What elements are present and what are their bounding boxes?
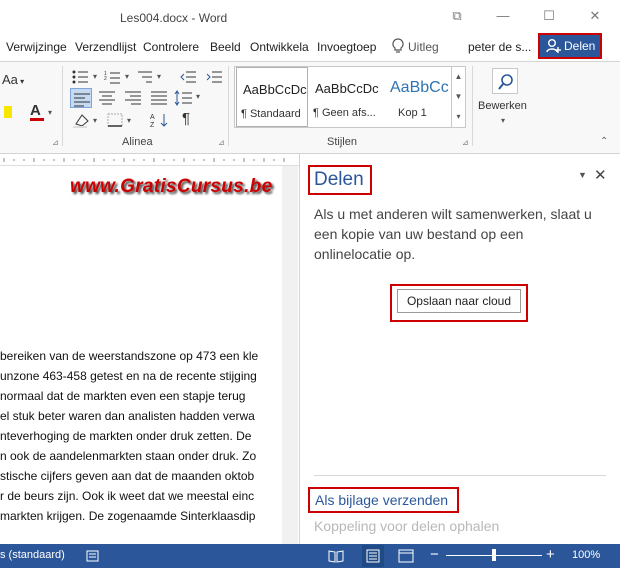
document-line: stische cijfers geven aan dat de maanden… xyxy=(0,469,255,483)
send-as-attachment-link[interactable]: Als bijlage verzenden xyxy=(308,487,459,513)
sort-icon[interactable]: AZ xyxy=(150,112,170,131)
divider xyxy=(62,66,63,146)
web-layout-icon[interactable] xyxy=(398,549,414,566)
get-sharing-link-disabled: Koppeling voor delen ophalen xyxy=(314,518,500,534)
zoom-in-button[interactable]: + xyxy=(546,546,555,563)
close-icon[interactable]: ✕ xyxy=(580,6,610,26)
gallery-more-icon[interactable]: ▾ xyxy=(451,107,465,127)
dialog-launcher-icon[interactable]: ⊿ xyxy=(52,138,59,147)
justify-icon[interactable] xyxy=(150,90,168,109)
style-kop-1[interactable]: AaBbCc Kop 1 xyxy=(384,67,454,127)
svg-text:Z: Z xyxy=(150,122,155,128)
style-standaard[interactable]: AaBbCcDc ¶ Standaard xyxy=(236,67,308,127)
bullets-icon[interactable] xyxy=(72,70,90,87)
tab-controleren[interactable]: Controlere xyxy=(143,40,199,54)
tab-invoegtoepassingen[interactable]: Invoegtoep xyxy=(317,40,376,54)
gallery-up-icon[interactable]: ▲ xyxy=(451,67,465,87)
align-center-icon[interactable] xyxy=(98,90,116,109)
svg-text:A: A xyxy=(150,114,155,121)
align-right-icon[interactable] xyxy=(124,90,142,109)
group-label-stijlen: Stijlen xyxy=(327,136,357,148)
ribbon-tabs: Verwijzinge Verzendlijst Controlere Beel… xyxy=(0,34,620,62)
chevron-down-icon[interactable]: ▾ xyxy=(196,92,200,101)
document-line: el stuk beter waren dan analisten hadden… xyxy=(0,409,255,423)
collapse-ribbon-icon[interactable]: ⌃ xyxy=(600,136,608,147)
minimize-icon[interactable]: — xyxy=(488,6,518,26)
align-left-button[interactable] xyxy=(70,88,92,108)
font-color-bar xyxy=(30,118,44,121)
document-line: nteverhoging de markten onder druk zette… xyxy=(0,429,252,443)
zoom-out-button[interactable]: − xyxy=(430,546,439,563)
tab-ontwikkelaars[interactable]: Ontwikkela xyxy=(250,40,309,54)
chevron-down-icon[interactable]: ▾ xyxy=(127,116,131,125)
gallery-down-icon[interactable]: ▼ xyxy=(451,87,465,107)
tab-beeld[interactable]: Beeld xyxy=(210,40,241,54)
change-case-button[interactable]: Aa ▾ xyxy=(2,72,24,87)
document-line: normaal dat de markten even een stapje t… xyxy=(0,389,246,403)
numbering-icon[interactable]: 12 xyxy=(104,70,122,87)
font-color-icon[interactable]: A xyxy=(30,102,41,119)
zoom-slider-thumb[interactable] xyxy=(492,549,496,561)
document-line: n ook de aandelenmarkten staan onder dru… xyxy=(0,449,257,463)
highlight-color-icon[interactable] xyxy=(4,106,12,118)
dialog-launcher-icon[interactable]: ⊿ xyxy=(462,138,469,147)
read-mode-icon[interactable] xyxy=(328,549,344,566)
person-add-icon xyxy=(546,38,562,61)
ribbon: Aa ▾ A ▾ ▾ 12 ▾ ▾ ▾ ▾ ▾ A Z ¶ Alinea ⊿ ⊿… xyxy=(0,62,620,154)
tab-verwijzingen[interactable]: Verwijzinge xyxy=(6,40,67,54)
pane-options-icon[interactable]: ▼ xyxy=(578,170,587,180)
print-layout-icon[interactable] xyxy=(362,545,384,567)
divider xyxy=(472,66,473,146)
divider xyxy=(314,475,606,476)
divider xyxy=(228,66,229,146)
lightbulb-icon xyxy=(392,38,404,57)
borders-icon[interactable] xyxy=(106,112,124,131)
account-name[interactable]: peter de s... xyxy=(468,40,531,54)
bewerken-label[interactable]: Bewerken xyxy=(478,100,527,112)
decrease-indent-icon[interactable] xyxy=(180,70,198,87)
watermark-logo: www.GratisCursus.be xyxy=(70,176,273,197)
share-pane-title: Delen xyxy=(308,165,372,195)
ribbon-display-options-icon[interactable]: ⧉ xyxy=(442,6,472,26)
chevron-down-icon[interactable]: ▾ xyxy=(93,72,97,81)
document-scrollbar[interactable] xyxy=(282,166,298,544)
tell-me-input[interactable]: Uitleg xyxy=(408,40,439,54)
zoom-level[interactable]: 100% xyxy=(572,549,600,561)
chevron-down-icon[interactable]: ▾ xyxy=(93,116,97,125)
status-bar: s (standaard) − + 100% xyxy=(0,544,620,568)
shading-icon[interactable] xyxy=(72,112,90,131)
document-line: bereiken van de weerstandszone op 473 ee… xyxy=(0,349,259,363)
svg-text:2: 2 xyxy=(104,76,107,82)
multilevel-list-icon[interactable] xyxy=(136,70,154,87)
share-pane-description: Als u met anderen wilt samenwerken, slaa… xyxy=(314,206,592,262)
chevron-down-icon[interactable]: ▾ xyxy=(501,116,505,125)
share-button[interactable]: Delen xyxy=(538,33,602,59)
maximize-icon[interactable]: ☐ xyxy=(534,6,564,26)
search-icon[interactable] xyxy=(492,68,518,94)
document-title: Les004.docx - Word xyxy=(120,11,228,25)
group-label-alinea: Alinea xyxy=(122,136,153,148)
language-indicator[interactable]: s (standaard) xyxy=(0,549,65,561)
save-to-cloud-button[interactable]: Opslaan naar cloud xyxy=(397,289,521,313)
document-page[interactable]: bereiken van de weerstandszone op 473 ee… xyxy=(0,166,282,544)
title-bar: Les004.docx - Word ⧉ — ☐ ✕ xyxy=(0,0,620,34)
macro-record-icon[interactable] xyxy=(86,549,100,566)
document-line: unzone 463-458 getest en na de recente s… xyxy=(0,369,257,383)
style-geen-afstand[interactable]: AaBbCcDc ¶ Geen afs... xyxy=(309,67,383,127)
tab-verzendlijsten[interactable]: Verzendlijst xyxy=(75,40,136,54)
document-line: markten krijgen. De zogenaamde Sinterkla… xyxy=(0,509,256,523)
chevron-down-icon[interactable]: ▾ xyxy=(157,72,161,81)
close-pane-icon[interactable]: ✕ xyxy=(594,166,607,184)
line-spacing-icon[interactable] xyxy=(174,90,194,109)
show-marks-icon[interactable]: ¶ xyxy=(182,110,190,127)
dialog-launcher-icon[interactable]: ⊿ xyxy=(218,138,225,147)
share-button-label: Delen xyxy=(564,39,596,53)
increase-indent-icon[interactable] xyxy=(206,70,224,87)
chevron-down-icon[interactable]: ▾ xyxy=(48,108,52,117)
document-line: r de beurs zijn. Ook ik weet dat we mees… xyxy=(0,489,255,503)
ruler xyxy=(0,154,300,166)
styles-gallery: AaBbCcDc ¶ Standaard AaBbCcDc ¶ Geen afs… xyxy=(234,66,466,128)
chevron-down-icon[interactable]: ▾ xyxy=(125,72,129,81)
